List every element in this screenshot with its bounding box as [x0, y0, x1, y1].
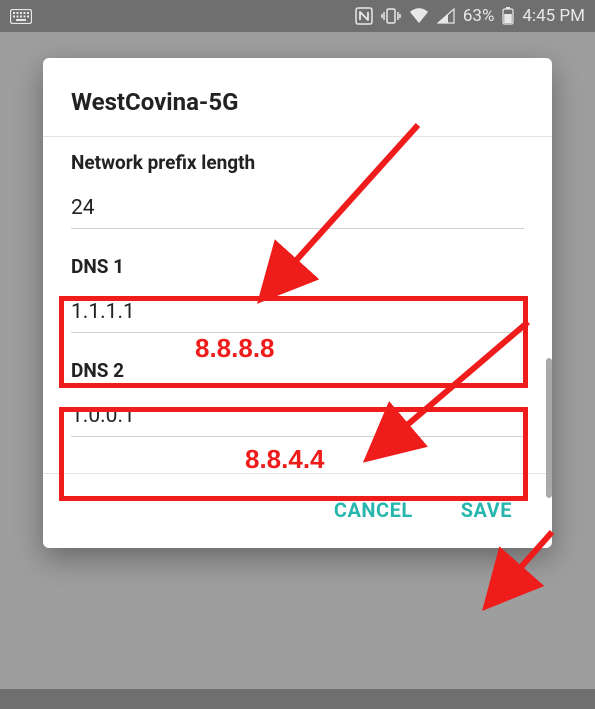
field-label: DNS 1 — [71, 255, 524, 278]
nav-bar-strip — [0, 689, 595, 709]
nfc-icon — [355, 7, 373, 25]
field-dns2[interactable]: DNS 2 1.0.0.1 — [43, 339, 552, 443]
field-label: Network prefix length — [71, 151, 524, 174]
save-button[interactable]: SAVE — [461, 498, 512, 522]
dialog-actions: CANCEL SAVE — [43, 473, 552, 548]
status-bar: 63% 4:45 PM — [0, 0, 595, 32]
field-value[interactable]: 1.0.0.1 — [71, 404, 524, 428]
wifi-settings-dialog: WestCovina-5G Network prefix length 24 D… — [43, 58, 552, 548]
wifi-icon — [409, 8, 429, 24]
field-network-prefix[interactable]: Network prefix length 24 — [43, 137, 552, 235]
vibrate-icon — [381, 7, 401, 25]
clock-time: 4:45 PM — [522, 6, 585, 26]
battery-percent: 63% — [463, 6, 495, 26]
keyboard-icon — [10, 9, 32, 24]
scrollbar-indicator[interactable] — [546, 358, 552, 498]
battery-icon — [502, 7, 514, 25]
field-label: DNS 2 — [71, 359, 524, 382]
dialog-title: WestCovina-5G — [43, 58, 552, 136]
cancel-button[interactable]: CANCEL — [334, 498, 413, 522]
field-value[interactable]: 24 — [71, 196, 524, 220]
field-value[interactable]: 1.1.1.1 — [71, 300, 524, 324]
signal-icon — [437, 8, 455, 24]
field-dns1[interactable]: DNS 1 1.1.1.1 — [43, 235, 552, 339]
